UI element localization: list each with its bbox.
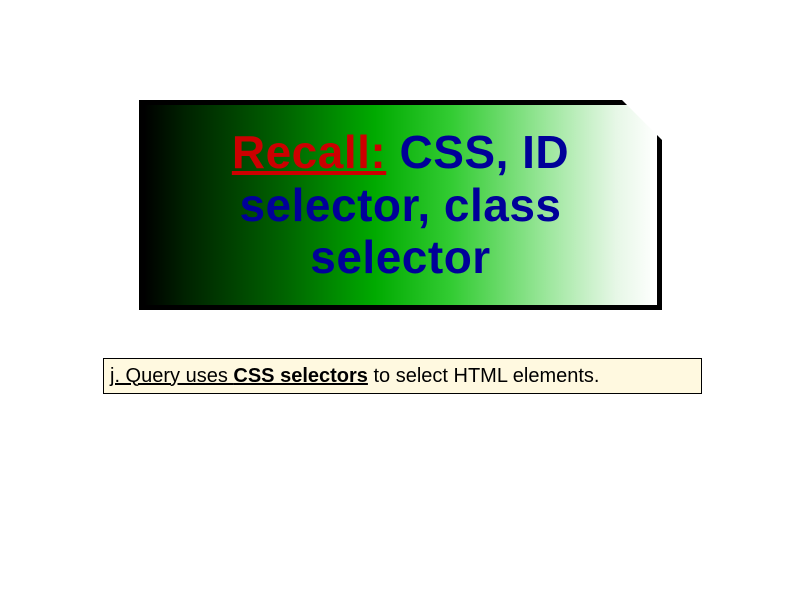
title-line2: selector, class: [239, 179, 561, 231]
note-text: j. Query uses CSS selectors to select HT…: [110, 365, 599, 388]
title-container: Recall: CSS, ID selector, class selector: [139, 100, 662, 310]
note-box: j. Query uses CSS selectors to select HT…: [103, 358, 702, 394]
note-part3: to select HTML elements.: [368, 365, 600, 387]
title-text: Recall: CSS, ID selector, class selector: [232, 126, 569, 285]
title-box: Recall: CSS, ID selector, class selector: [139, 100, 662, 310]
title-recall: Recall:: [232, 126, 386, 178]
note-part1: j. Query uses: [110, 365, 233, 387]
title-line3: selector: [310, 231, 490, 283]
note-part2-bold: CSS selectors: [233, 365, 368, 387]
title-rest-line1: CSS, ID: [386, 126, 569, 178]
